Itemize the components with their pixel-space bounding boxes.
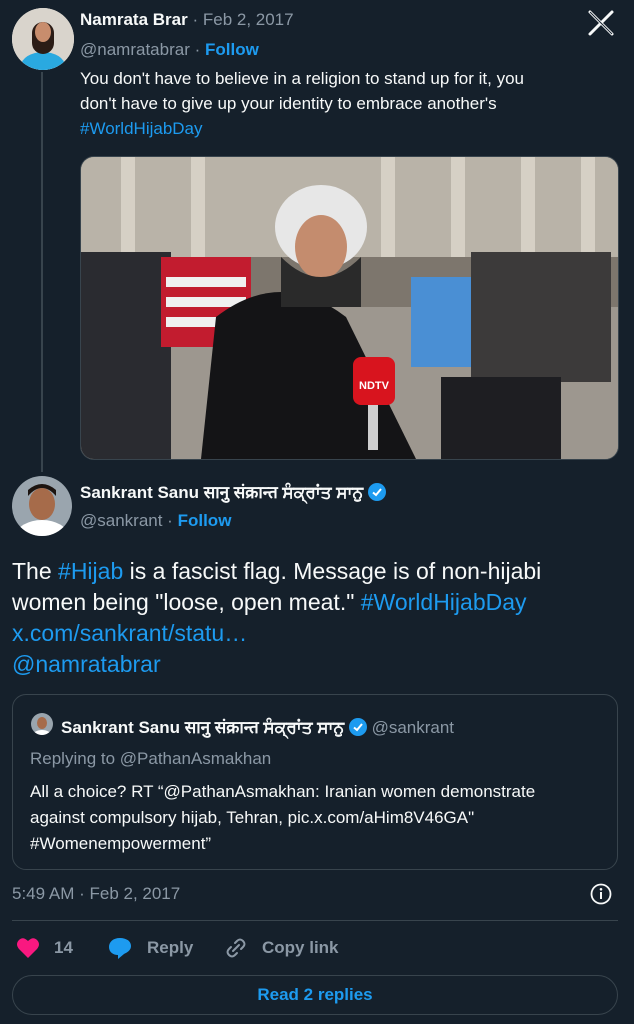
- main-text-line1: The #Hijab is a fascist flag. Message is…: [12, 556, 627, 587]
- namrata-handle-row: @namratabrar · Follow: [80, 40, 259, 60]
- namrata-name[interactable]: Namrata Brar: [80, 10, 188, 29]
- namrata-tweet-text: You don't have to believe in a religion …: [80, 66, 620, 141]
- hashtag-link[interactable]: #WorldHijabDay: [80, 116, 620, 141]
- sankrant-handle[interactable]: @sankrant ·: [80, 511, 173, 530]
- namrata-date[interactable]: · Feb 2, 2017: [192, 10, 293, 29]
- read-replies-label: Read 2 replies: [257, 985, 373, 1004]
- quoted-text: All a choice? RT “@PathanAsmakhan: Irani…: [30, 779, 535, 857]
- sankrant-header: Sankrant Sanu सानु संक्रान्त ਸੰਕ੍ਰਾਂਤ ਸਾ…: [80, 480, 386, 503]
- namrata-text-line2: don't have to give up your identity to e…: [80, 94, 497, 113]
- namrata-follow-button[interactable]: Follow: [205, 40, 259, 59]
- x-logo-icon[interactable]: [586, 8, 616, 38]
- quoted-author-name: Sankrant Sanu सानु संक्रान्त ਸੰਕ੍ਰਾਂਤ ਸਾ…: [61, 718, 345, 737]
- read-replies-button[interactable]: Read 2 replies: [12, 975, 618, 1015]
- sankrant-name[interactable]: Sankrant Sanu सानु संक्रान्त ਸੰਕ੍ਰਾਂਤ ਸਾ…: [80, 483, 363, 502]
- main-tweet-text: The #Hijab is a fascist flag. Message is…: [12, 556, 627, 680]
- heart-icon: [16, 937, 40, 959]
- link-icon: [224, 937, 248, 959]
- reply-action[interactable]: Reply: [108, 937, 193, 959]
- copy-link-label: Copy link: [262, 938, 339, 957]
- copy-link-action[interactable]: Copy link: [224, 937, 339, 959]
- tweet-photo[interactable]: NDTV: [80, 156, 619, 460]
- hashtag-hijab-link[interactable]: #Hijab: [58, 558, 123, 584]
- mention-link[interactable]: @namratabrar: [12, 649, 627, 680]
- namrata-header: Namrata Brar · Feb 2, 2017: [80, 10, 294, 30]
- info-icon[interactable]: [590, 883, 612, 905]
- divider: [12, 920, 618, 921]
- quoted-replying-to: Replying to @PathanAsmakhan: [30, 749, 272, 768]
- quoted-line2: against compulsory hijab, Tehran, pic.x.…: [30, 808, 475, 827]
- like-action[interactable]: 14: [16, 937, 73, 959]
- thread-line: [41, 72, 43, 472]
- main-text-line2-text: women being "loose, open meat.": [12, 589, 361, 615]
- verified-badge-icon: [348, 718, 367, 736]
- like-count: 14: [54, 938, 73, 957]
- namrata-handle[interactable]: @namratabrar ·: [80, 40, 200, 59]
- sankrant-handle-row: @sankrant · Follow: [80, 511, 231, 531]
- reply-bubble-icon: [108, 937, 132, 959]
- namrata-text-line1: You don't have to believe in a religion …: [80, 69, 524, 88]
- sankrant-avatar[interactable]: [12, 476, 72, 536]
- hashtag-worldhijabday-link[interactable]: #WorldHijabDay: [361, 589, 527, 615]
- reply-label: Reply: [147, 938, 194, 957]
- sankrant-follow-button[interactable]: Follow: [178, 511, 232, 530]
- main-text-part2: is a fascist flag. Message is of non-hij…: [123, 558, 542, 584]
- quoted-header: Sankrant Sanu सानु संक्रान्त ਸੰਕ੍ਰਾਂਤ ਸਾ…: [61, 715, 454, 738]
- mic-flag-label: NDTV: [359, 380, 390, 392]
- status-link[interactable]: x.com/sankrant/statu…: [12, 618, 627, 649]
- main-text-part1: The: [12, 558, 59, 584]
- quoted-line1: All a choice? RT “@PathanAsmakhan: Irani…: [30, 782, 536, 801]
- quoted-handle: @sankrant: [371, 718, 455, 737]
- tweet-timestamp[interactable]: 5:49 AM · Feb 2, 2017: [12, 884, 180, 904]
- quoted-tweet-card[interactable]: Sankrant Sanu सानु संक्रान्त ਸੰਕ੍ਰਾਂਤ ਸਾ…: [12, 694, 618, 870]
- quoted-avatar: [31, 713, 53, 735]
- verified-badge-icon: [367, 483, 386, 501]
- namrata-avatar[interactable]: [12, 8, 74, 70]
- main-text-line2: women being "loose, open meat." #WorldHi…: [12, 587, 627, 618]
- quoted-line3: #Womenempowerment”: [30, 834, 212, 853]
